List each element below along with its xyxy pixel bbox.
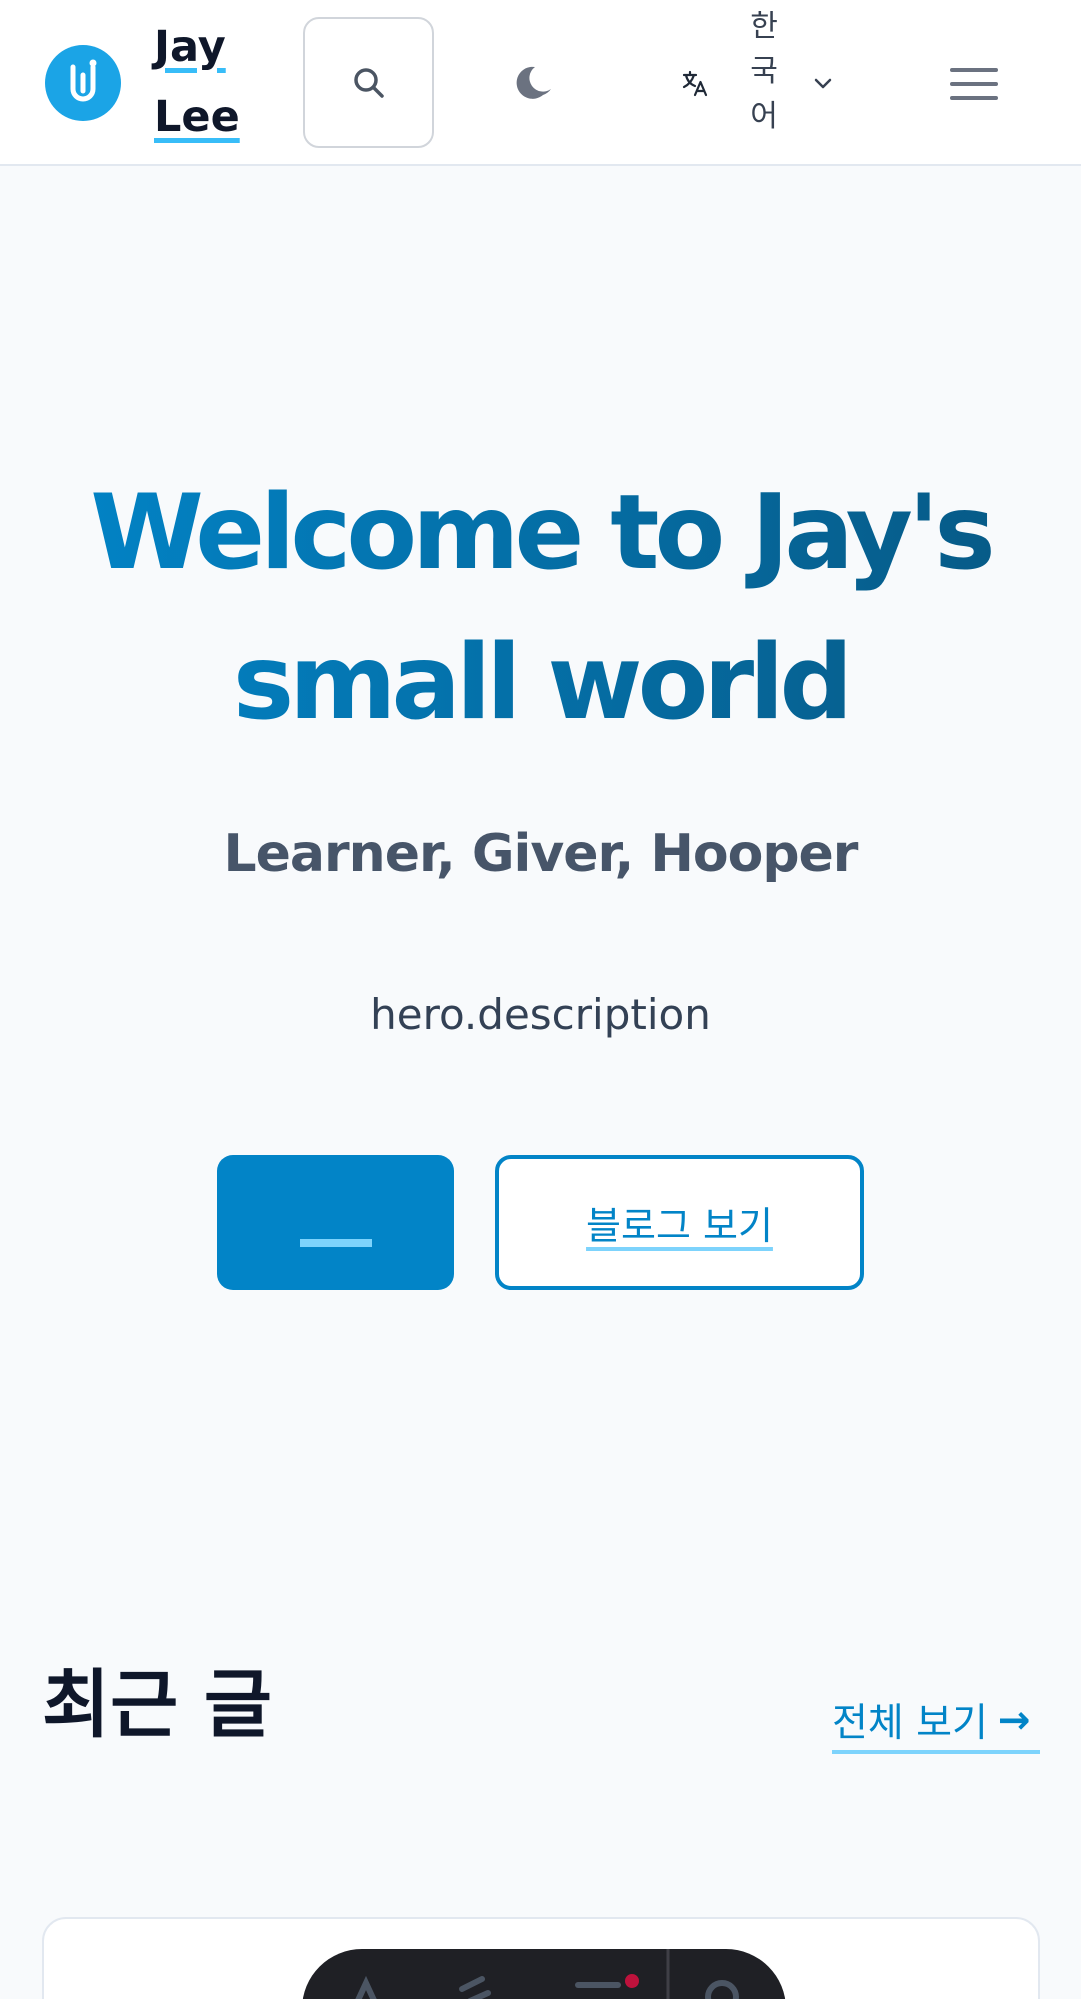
hero-title: Welcome to Jay's small world: [40, 458, 1041, 758]
hero-description: hero.description: [370, 990, 711, 1039]
post-card[interactable]: [42, 1917, 1040, 1999]
chevron-down-icon: [814, 78, 832, 89]
post-thumbnail: [302, 1949, 786, 1999]
view-blog-button[interactable]: 블로그 보기: [495, 1155, 864, 1290]
language-label: 한국어: [750, 9, 778, 134]
hamburger-menu-icon: [950, 68, 998, 100]
recent-posts-title: 최근 글: [42, 1662, 273, 1748]
brand-name-last: Lee: [154, 92, 240, 142]
logo-u-icon: [70, 59, 97, 102]
search-button[interactable]: [303, 17, 434, 148]
menu-button[interactable]: [946, 57, 1002, 111]
translate-icon: [682, 70, 708, 97]
theme-toggle-button[interactable]: [510, 58, 560, 108]
view-all-label: 전체 보기: [832, 1701, 988, 1746]
arrow-right-icon: →: [997, 1697, 1031, 1743]
view-all-link[interactable]: 전체 보기 →: [832, 1694, 1040, 1754]
site-header: Jay Lee 한국어: [0, 0, 1081, 166]
view-blog-button-label: 블로그 보기: [586, 1204, 773, 1248]
hero-primary-button[interactable]: [217, 1155, 454, 1290]
moon-icon: [516, 66, 551, 99]
hero-primary-button-label: [299, 1238, 372, 1247]
language-selector[interactable]: 한국어: [672, 0, 842, 166]
logo-icon[interactable]: [45, 45, 121, 121]
thumbnail-toolbar-icons: [355, 1949, 739, 1999]
search-icon: [353, 67, 384, 98]
hero-subtitle: Learner, Giver, Hooper: [223, 824, 859, 884]
brand-name-first: Jay: [154, 22, 226, 72]
brand-name-link[interactable]: Jay Lee: [154, 12, 254, 152]
